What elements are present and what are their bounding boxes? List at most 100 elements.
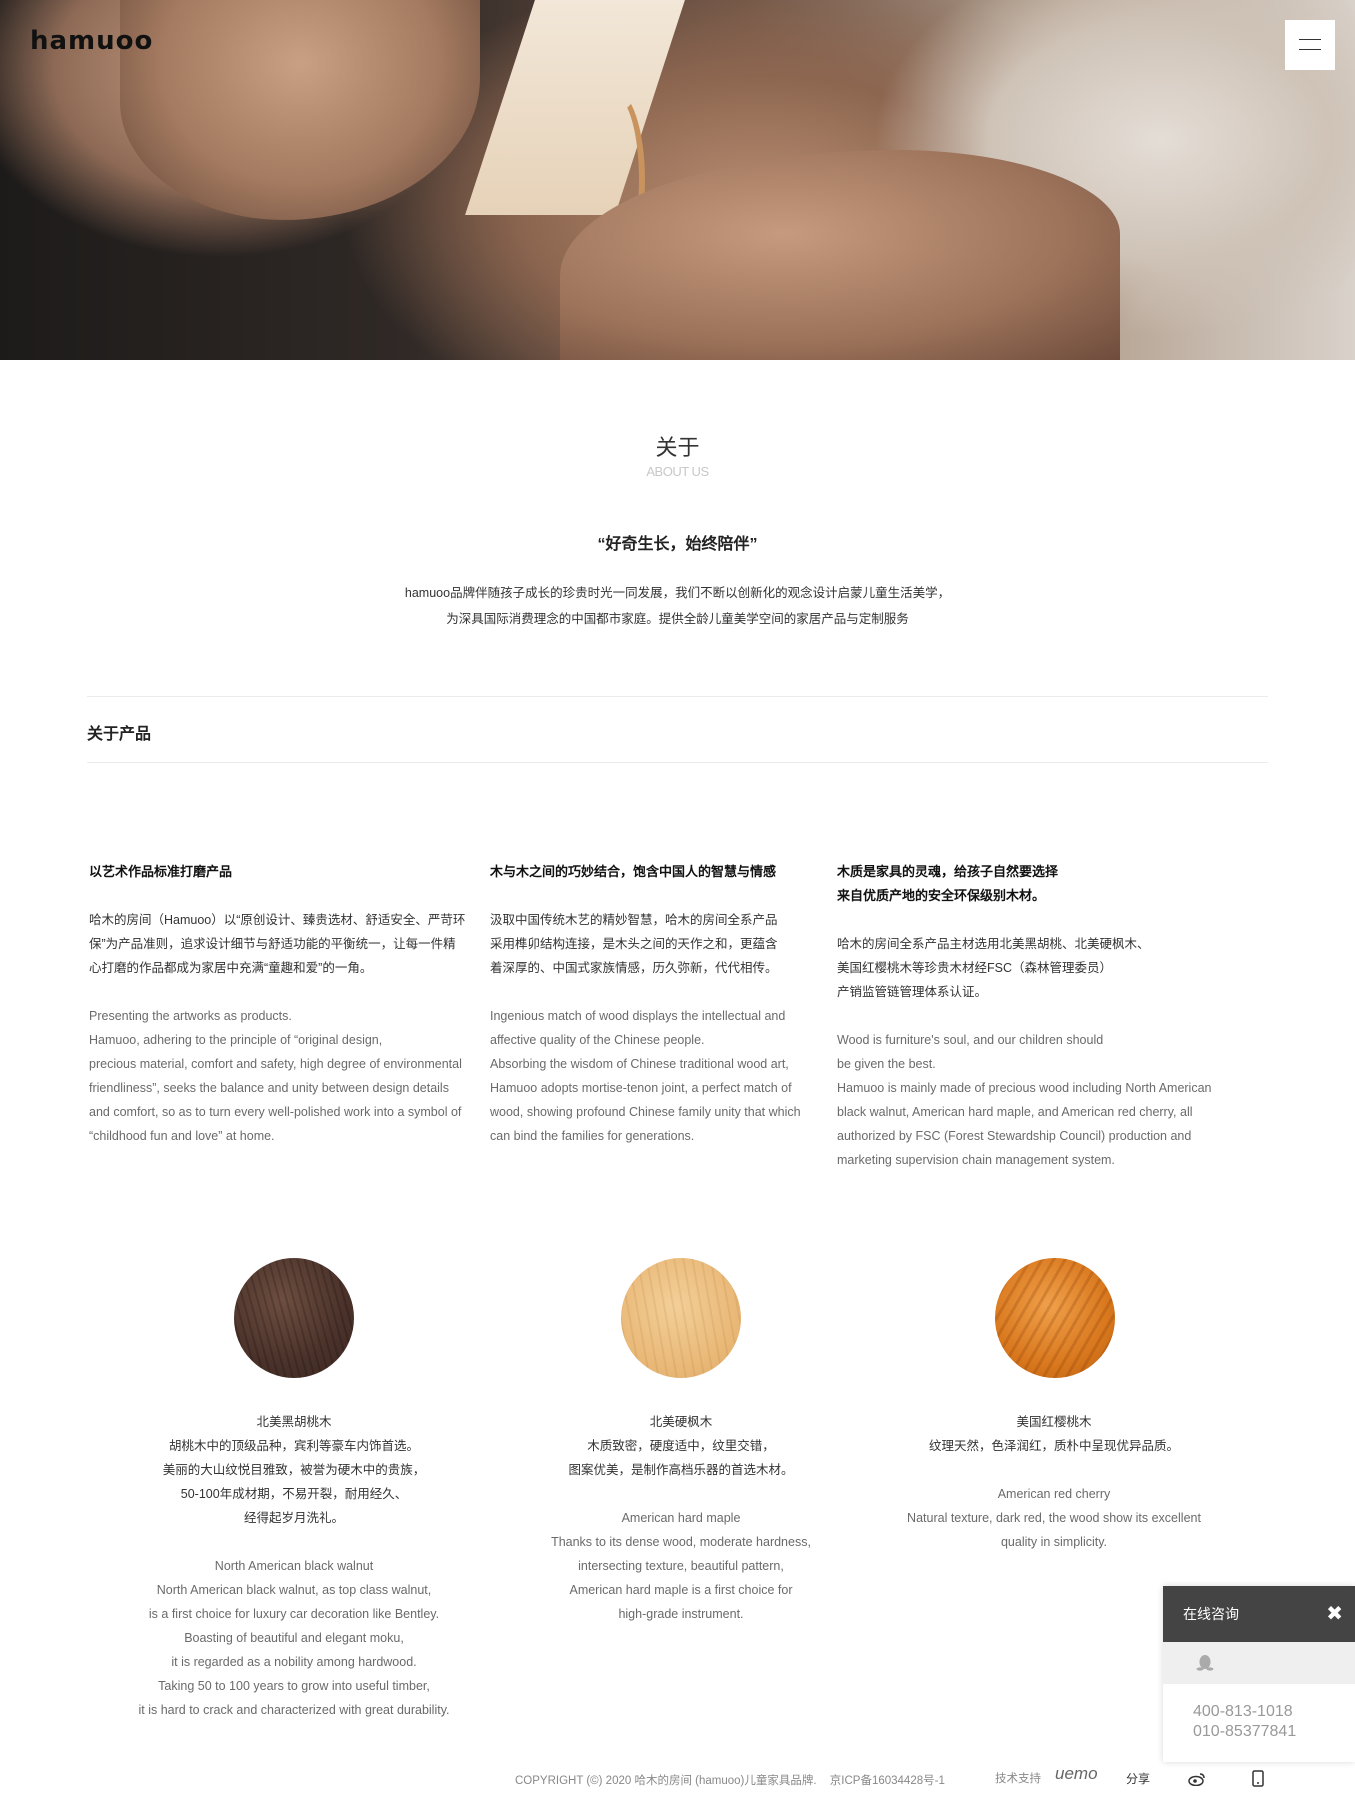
column-en-line: friendliness”, seeks the balance and uni… [89,1081,449,1095]
column-cn-line: 美国红樱桃木等珍贵木材经FSC（森林管理委员） [837,961,1113,975]
wood-en-line: American hard maple [621,1511,741,1525]
wood-name: 北美硬枫木 [649,1415,713,1429]
site-logo[interactable]: hamuoo [30,26,153,56]
walnut-wood-swatch [234,1258,354,1378]
phone-number[interactable]: 010-85377841 [1193,1722,1355,1742]
wood-name: 北美黑胡桃木 [256,1415,332,1429]
column-cn-line: 采用榫卯结构连接，是木头之间的天作之和，更蕴含 [490,937,778,951]
hero-wood-piece [465,0,685,215]
column-en-line: can bind the families for generations. [490,1129,695,1143]
product-column-1: 以艺术作品标准打磨产品 哈木的房间（Hamuoo）以“原创设计、臻贵选材、舒适安… [89,860,489,1148]
column-cn-line: 哈木的房间全系产品主材选用北美黑胡桃、北美硬枫木、 [837,937,1150,951]
footer-copyright: COPYRIGHT (©) 2020 哈木的房间 (hamuoo)儿童家具品牌.… [515,1772,945,1788]
wood-cn-line: 图案优美，是制作高档乐器的首选木材。 [568,1463,794,1477]
wood-cn-line: 纹理天然，色泽润红，质朴中呈现优异品质。 [928,1439,1179,1453]
consult-phones: 400-813-1018 010-85377841 [1163,1684,1355,1742]
wood-en-line: it is hard to crack and characterized wi… [138,1703,450,1717]
icp-link[interactable]: 京ICP备16034428号-1 [830,1775,945,1787]
wood-cn-line: 木质致密，硬度适中，纹里交错， [587,1439,775,1453]
phone-number[interactable]: 400-813-1018 [1193,1702,1355,1722]
wood-en-line: North American black walnut [214,1559,374,1573]
divider [87,696,1268,697]
hamburger-icon-line [1299,49,1321,50]
column-title: 来自优质产地的安全环保级别木材。 [837,888,1046,903]
column-en-line: precious material, comfort and safety, h… [89,1057,462,1071]
wood-cn-line: 胡桃木中的顶级品种，宾利等豪车内饰首选。 [168,1439,419,1453]
products-heading: 关于产品 [87,726,152,743]
cherry-wood-swatch [995,1258,1115,1378]
wood-cn-line: 经得起岁月洗礼。 [243,1511,344,1525]
wood-en-line: intersecting texture, beautiful pattern, [578,1559,784,1573]
brand-intro: hamuoo品牌伴随孩子成长的珍贵时光一同发展，我们不断以创新化的观念设计启蒙儿… [0,580,1355,632]
wood-cn-line: 50-100年成材期，不易开裂，耐用经久、 [180,1487,408,1501]
wood-en-line: quality in simplicity. [1000,1535,1108,1549]
column-cn-line: 产销监管链管理体系认证。 [837,985,988,999]
mobile-icon [1252,1770,1264,1787]
column-en-line: marketing supervision chain management s… [837,1153,1115,1167]
weibo-button[interactable] [1188,1772,1206,1789]
column-en-line: be given the best. [837,1057,936,1071]
column-en-line: Absorbing the wisdom of Chinese traditio… [490,1057,789,1071]
wood-cn-line: 美丽的大山纹悦目雅致，被誉为硬木中的贵族， [162,1463,426,1477]
tech-support-label: 技术支持 [995,1773,1041,1785]
wood-name: 美国红樱桃木 [1016,1415,1092,1429]
wood-en-line: is a first choice for luxury car decorat… [148,1607,440,1621]
maple-description: 北美硬枫木 木质致密，硬度适中，纹里交错， 图案优美，是制作高档乐器的首选木材。… [496,1410,866,1626]
hero-hand-left [120,0,480,220]
column-en-line: black walnut, American hard maple, and A… [837,1105,1193,1119]
qq-penguin-icon [1196,1655,1214,1671]
mobile-button[interactable] [1252,1770,1264,1790]
product-column-3: 木质是家具的灵魂，给孩子自然要选择 来自优质产地的安全环保级别木材。 哈木的房间… [837,860,1257,1172]
column-en-line: Wood is furniture's soul, and our childr… [837,1033,1104,1047]
wood-en-line: American hard maple is a first choice fo… [569,1583,793,1597]
brand-slogan: “好奇生长，始终陪伴” [597,536,758,553]
consult-header: 在线咨询 ✖ [1163,1586,1355,1642]
column-en-line: wood, showing profound Chinese family un… [490,1105,801,1119]
column-en-line: Hamuoo, adhering to the principle of “or… [89,1033,383,1047]
walnut-description: 北美黑胡桃木 胡桃木中的顶级品种，宾利等豪车内饰首选。 美丽的大山纹悦目雅致，被… [104,1410,484,1722]
column-cn-line: 心打磨的作品都成为家居中充满“童趣和爱”的一角。 [89,961,373,975]
uemo-logo[interactable]: uemo [1055,1764,1098,1784]
column-en-line: Ingenious match of wood displays the int… [490,1009,786,1023]
column-cn-line: 保”为产品准则，追求设计细节与舒适功能的平衡统一，让每一件精 [89,937,456,951]
wood-en-line: Thanks to its dense wood, moderate hardn… [551,1535,811,1549]
column-en-line: Hamuoo adopts mortise-tenon joint, a per… [490,1081,792,1095]
column-cn-line: 着深厚的、中国式家族情感，历久弥新，代代相传。 [490,961,778,975]
weibo-icon [1188,1773,1205,1787]
wood-en-line: Natural texture, dark red, the wood show… [907,1511,1201,1525]
maple-wood-swatch [621,1258,741,1378]
about-title: 关于 [655,435,700,460]
wood-en-line: American red cherry [997,1487,1111,1501]
column-cn-line: 哈木的房间（Hamuoo）以“原创设计、臻贵选材、舒适安全、严苛环 [89,913,466,927]
brand-intro-line: 为深具国际消费理念的中国都市家庭。提供全龄儿童美学空间的家居产品与定制服务 [446,612,909,626]
cherry-description: 美国红樱桃木 纹理天然，色泽润红，质朴中呈现优异品质。 American red… [869,1410,1239,1554]
hamburger-icon [1299,39,1321,40]
column-en-line: authorized by FSC (Forest Stewardship Co… [837,1129,1192,1143]
column-en-line: “childhood fun and love” at home. [89,1129,275,1143]
qq-chat-button[interactable] [1163,1642,1355,1684]
column-en-line: Presenting the artworks as products. [89,1009,292,1023]
product-column-2: 木与木之间的巧妙结合，饱含中国人的智慧与情感 汲取中国传统木艺的精妙智慧，哈木的… [490,860,830,1148]
wood-en-line: it is regarded as a nobility among hardw… [171,1655,417,1669]
hero-banner [0,0,1355,360]
column-title: 以艺术作品标准打磨产品 [89,864,233,879]
copyright-text: COPYRIGHT (©) 2020 哈木的房间 (hamuoo)儿童家具品牌. [515,1775,817,1787]
about-subtitle: ABOUT US [646,464,709,479]
column-en-line: Hamuoo is mainly made of precious wood i… [837,1081,1212,1095]
online-consult-widget: 在线咨询 ✖ 400-813-1018 010-85377841 [1163,1586,1355,1762]
wood-en-line: Taking 50 to 100 years to grow into usef… [158,1679,430,1693]
consult-title: 在线咨询 [1183,1606,1239,1622]
close-icon[interactable]: ✖ [1326,1586,1343,1642]
column-en-line: affective quality of the Chinese people. [490,1033,705,1047]
wood-en-line: North American black walnut, as top clas… [156,1583,432,1597]
column-en-line: and comfort, so as to turn every well-po… [89,1105,462,1119]
divider [87,762,1268,763]
column-cn-line: 汲取中国传统木艺的精妙智慧，哈木的房间全系产品 [490,913,778,927]
share-button[interactable]: 分享 [1126,1770,1150,1787]
hamburger-menu-button[interactable] [1285,20,1335,70]
wood-en-line: Boasting of beautiful and elegant moku, [184,1631,404,1645]
column-title: 木质是家具的灵魂，给孩子自然要选择 [837,864,1059,879]
wood-en-line: high-grade instrument. [618,1607,744,1621]
brand-intro-line: hamuoo品牌伴随孩子成长的珍贵时光一同发展，我们不断以创新化的观念设计启蒙儿… [404,586,951,600]
column-title: 木与木之间的巧妙结合，饱含中国人的智慧与情感 [490,864,777,879]
